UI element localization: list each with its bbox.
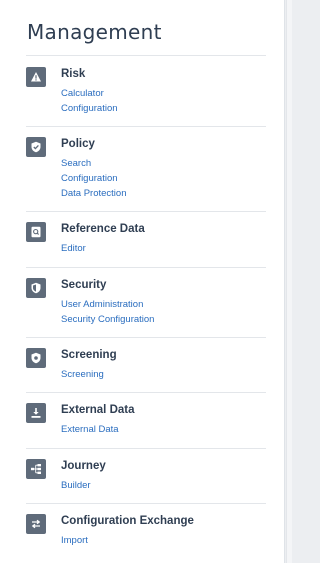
divider xyxy=(26,267,266,268)
divider xyxy=(26,211,266,212)
link-security-user-administration[interactable]: User Administration xyxy=(61,299,143,310)
download-icon xyxy=(26,403,46,423)
scrollbar[interactable] xyxy=(286,0,292,563)
security-shield-icon xyxy=(26,278,46,298)
section-title-security: Security xyxy=(61,279,107,291)
section-title-external-data: External Data xyxy=(61,404,135,416)
shield-check-icon xyxy=(26,137,46,157)
link-policy-data-protection[interactable]: Data Protection xyxy=(61,188,126,199)
document-search-icon xyxy=(26,222,46,242)
link-policy-search[interactable]: Search xyxy=(61,158,91,169)
link-policy-configuration[interactable]: Configuration xyxy=(61,173,118,184)
screening-shield-icon xyxy=(26,348,46,368)
section-title-configuration-exchange: Configuration Exchange xyxy=(61,515,194,527)
divider xyxy=(26,126,266,127)
link-reference-data-editor[interactable]: Editor xyxy=(61,243,86,254)
section-title-policy: Policy xyxy=(61,138,95,150)
section-title-risk: Risk xyxy=(61,68,86,80)
section-title-journey: Journey xyxy=(61,460,106,472)
divider xyxy=(26,55,266,56)
link-screening[interactable]: Screening xyxy=(61,369,104,380)
link-risk-configuration[interactable]: Configuration xyxy=(61,103,118,114)
divider xyxy=(26,448,266,449)
panel-title: Management xyxy=(27,20,162,44)
section-title-reference-data: Reference Data xyxy=(61,223,145,235)
divider xyxy=(26,392,266,393)
management-panel: Management Risk Calculator Configuration… xyxy=(0,0,285,563)
divider xyxy=(26,503,266,504)
link-security-configuration[interactable]: Security Configuration xyxy=(61,314,154,325)
link-risk-calculator[interactable]: Calculator xyxy=(61,88,104,99)
link-external-data[interactable]: External Data xyxy=(61,424,119,435)
section-title-screening: Screening xyxy=(61,349,117,361)
warning-icon xyxy=(26,67,46,87)
journey-flow-icon xyxy=(26,459,46,479)
link-journey-builder[interactable]: Builder xyxy=(61,480,91,491)
exchange-arrows-icon xyxy=(26,514,46,534)
divider xyxy=(26,337,266,338)
link-configuration-exchange-import[interactable]: Import xyxy=(61,535,88,546)
